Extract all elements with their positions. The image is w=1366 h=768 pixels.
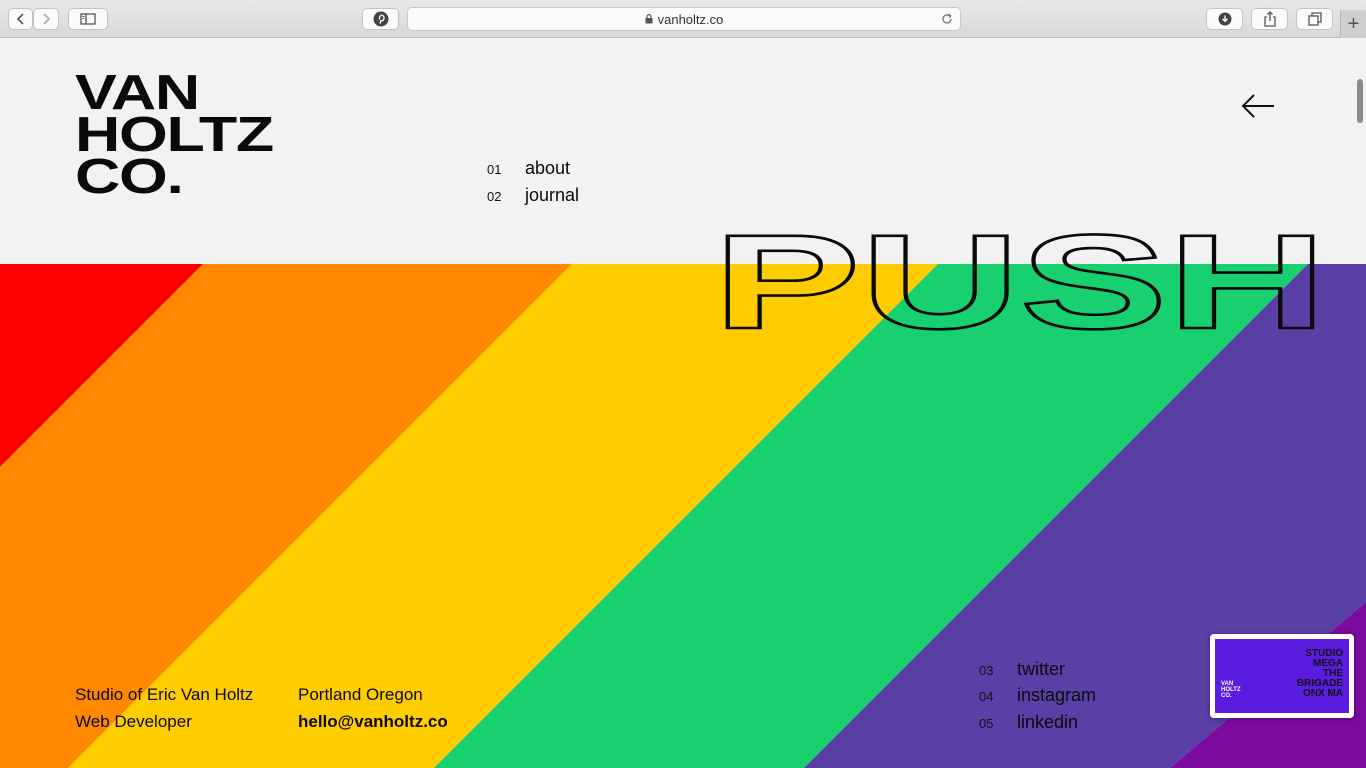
logo-line: CO. [75, 150, 184, 204]
tabs-icon [1307, 12, 1322, 26]
sidebar-icon [80, 13, 96, 25]
pinterest-extension-button[interactable] [362, 8, 399, 30]
screenshot-thumbnail[interactable]: VAN HOLTZ CO. STUDIO MEGA THE BRIGADE ON… [1210, 634, 1354, 718]
pinterest-icon [373, 11, 388, 27]
forward-button[interactable] [33, 8, 59, 30]
hero-word: PUSH [712, 224, 1329, 334]
footer-studio-info: Studio of Eric Van Holtz Web Developer [75, 681, 253, 735]
nav-link-about[interactable]: about [525, 158, 570, 179]
share-button[interactable] [1251, 8, 1288, 30]
nav-item-about[interactable]: 01 about [487, 158, 570, 179]
share-icon [1263, 11, 1276, 27]
site-logo[interactable]: VAN HOLTZ CO. [75, 69, 274, 204]
new-tab-button[interactable]: + [1340, 10, 1366, 38]
plus-icon: + [1347, 13, 1360, 35]
tab-overview-button[interactable] [1296, 8, 1333, 30]
thumbnail-logo-line: CO. [1221, 693, 1232, 699]
thumbnail-logo: VAN HOLTZ CO. [1221, 681, 1241, 699]
thumbnail-preview: VAN HOLTZ CO. STUDIO MEGA THE BRIGADE ON… [1215, 639, 1349, 713]
page-scrollbar[interactable] [1357, 79, 1363, 123]
footer-contact: Portland Oregon hello@vanholtz.co [298, 681, 448, 735]
thumbnail-word: ONX MA [1303, 688, 1343, 699]
nav-item-journal[interactable]: 02 journal [487, 185, 579, 206]
back-arrow-icon[interactable] [1240, 92, 1276, 120]
lock-icon [645, 14, 653, 24]
social-number: 05 [979, 716, 994, 731]
download-icon [1218, 12, 1231, 26]
page-content: VAN HOLTZ CO. 01 about 02 journal PUSH S… [0, 38, 1366, 768]
back-button[interactable] [8, 8, 33, 30]
studio-line: Studio of Eric Van Holtz [75, 685, 254, 704]
nav-link-journal[interactable]: journal [525, 185, 579, 206]
hero-word-text: PUSH [713, 224, 1327, 334]
location-line: Portland Oregon [298, 685, 423, 704]
chevron-left-icon [16, 13, 24, 25]
url-text: vanholtz.co [657, 11, 724, 27]
social-number: 04 [979, 689, 994, 704]
browser-toolbar: vanholtz.co + [0, 0, 1366, 38]
downloads-button[interactable] [1206, 8, 1243, 30]
nav-number: 02 [487, 189, 502, 204]
role-line: Web Developer [75, 712, 192, 731]
address-bar[interactable]: vanholtz.co [407, 7, 961, 31]
nav-number: 01 [487, 162, 502, 177]
social-link-instagram[interactable]: instagram [1017, 685, 1096, 706]
social-number: 03 [979, 663, 994, 678]
social-link-twitter[interactable]: twitter [1017, 659, 1065, 680]
email-link[interactable]: hello@vanholtz.co [298, 708, 448, 735]
social-item-twitter[interactable]: 03 twitter [979, 659, 1065, 680]
social-link-linkedin[interactable]: linkedin [1017, 712, 1078, 733]
social-item-linkedin[interactable]: 05 linkedin [979, 712, 1078, 733]
sidebar-button[interactable] [68, 8, 108, 30]
social-item-instagram[interactable]: 04 instagram [979, 685, 1096, 706]
reload-icon[interactable] [940, 12, 954, 26]
chevron-right-icon [43, 13, 51, 25]
thumbnail-words: STUDIO MEGA THE BRIGADE ONX MA [1297, 649, 1343, 699]
